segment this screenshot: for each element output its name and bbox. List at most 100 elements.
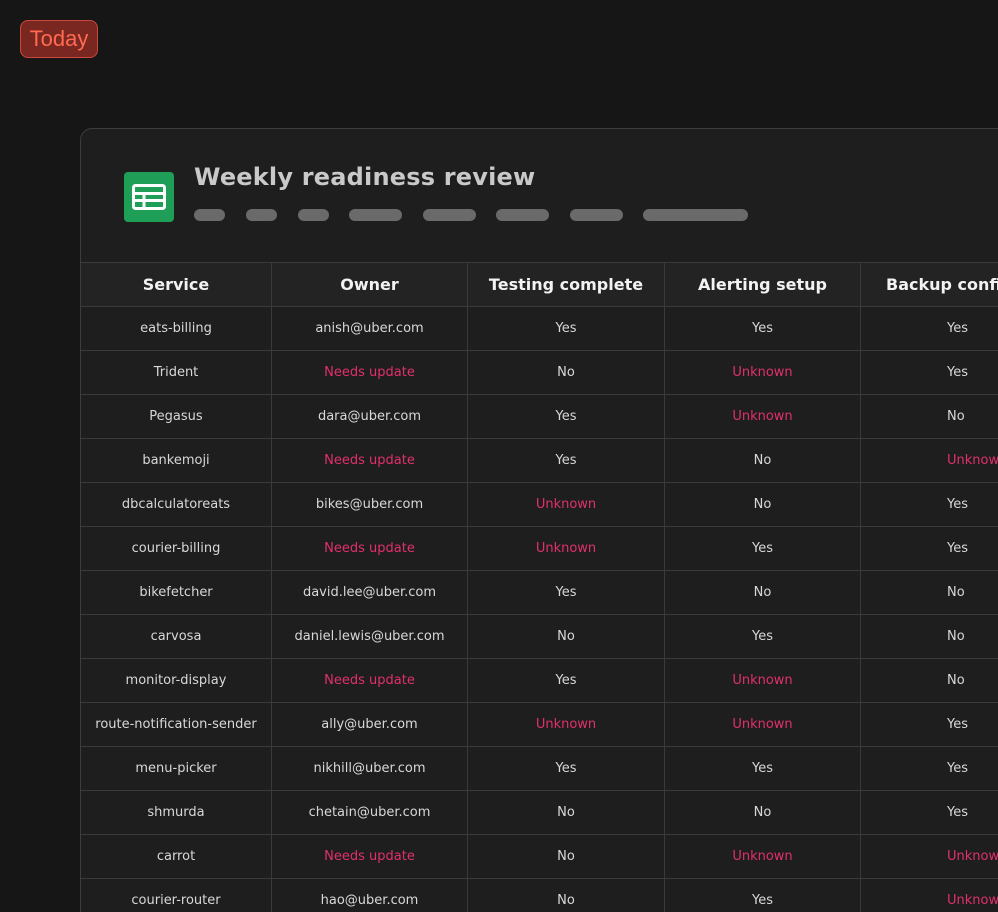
table-row[interactable]: monitor-display Needs update Yes Unknown No	[81, 658, 998, 703]
cell-service[interactable]: courier-billing	[81, 526, 272, 571]
today-badge[interactable]: Today	[20, 20, 98, 58]
cell-testing[interactable]: Yes	[467, 306, 665, 351]
cell-service[interactable]: carvosa	[81, 614, 272, 659]
cell-owner[interactable]: ally@uber.com	[271, 702, 468, 747]
cell-backup[interactable]: No	[860, 570, 998, 615]
table-row[interactable]: route-notification-sender ally@uber.com Un…	[81, 702, 998, 747]
cell-service[interactable]: bankemoji	[81, 438, 272, 483]
cell-alerting[interactable]: Unknown	[664, 350, 861, 395]
cell-owner[interactable]: Needs update	[271, 526, 468, 571]
table-row[interactable]: menu-picker nikhill@uber.com Yes Yes Yes	[81, 746, 998, 791]
table-row[interactable]: courier-routerhao@uber.comNoYesUnknown	[81, 878, 998, 912]
cell-testing[interactable]: Yes	[467, 746, 665, 791]
cell-owner[interactable]: anish@uber.com	[271, 306, 468, 351]
cell-backup[interactable]: Unknown	[860, 438, 998, 483]
cell-testing[interactable]: Unknown	[467, 526, 665, 571]
spreadsheet-card: Weekly readiness review Service Owner Te…	[80, 128, 998, 912]
table-header-row: Service Owner Testing complete Alerting …	[81, 262, 998, 307]
table-row[interactable]: Pegasus dara@uber.com Yes Unknown No	[81, 394, 998, 439]
cell-owner[interactable]: chetain@uber.com	[271, 790, 468, 835]
table-row[interactable]: dbcalculatoreats bikes@uber.com Unknown No Y…	[81, 482, 998, 527]
cell-alerting[interactable]: Unknown	[664, 394, 861, 439]
cell-testing[interactable]: Yes	[467, 438, 665, 483]
cell-owner[interactable]: daniel.lewis@uber.com	[271, 614, 468, 659]
cell-owner[interactable]: david.lee@uber.com	[271, 570, 468, 615]
cell-owner[interactable]: Needs update	[271, 658, 468, 703]
cell-testing[interactable]: Unknown	[467, 482, 665, 527]
document-title: Weekly readiness review	[194, 163, 536, 191]
cell-backup[interactable]: Yes	[860, 350, 998, 395]
cell-service[interactable]: courier-router	[81, 878, 272, 912]
cell-owner[interactable]: Needs update	[271, 350, 468, 395]
cell-backup[interactable]: Yes	[860, 790, 998, 835]
column-header-owner[interactable]: Owner	[271, 262, 468, 307]
column-header-testing[interactable]: Testing complete	[467, 262, 665, 307]
table-row[interactable]: Trident Needs update No Unknown Yes	[81, 350, 998, 395]
cell-alerting[interactable]: No	[664, 438, 861, 483]
table-row[interactable]: bankemojiNeeds updateYesNoUnknown	[81, 438, 998, 483]
cell-alerting[interactable]: Yes	[664, 306, 861, 351]
cell-backup[interactable]: Unknown	[860, 834, 998, 879]
cell-service[interactable]: shmurda	[81, 790, 272, 835]
cell-backup[interactable]: No	[860, 614, 998, 659]
cell-owner[interactable]: dara@uber.com	[271, 394, 468, 439]
table-row[interactable]: eats-billing anish@uber.com Yes Yes Yes	[81, 306, 998, 351]
cell-alerting[interactable]: Yes	[664, 746, 861, 791]
cell-alerting[interactable]: Yes	[664, 526, 861, 571]
cell-service[interactable]: menu-picker	[81, 746, 272, 791]
cell-backup[interactable]: Unknown	[860, 878, 998, 912]
cell-backup[interactable]: Yes	[860, 482, 998, 527]
cell-owner[interactable]: nikhill@uber.com	[271, 746, 468, 791]
cell-service[interactable]: bikefetcher	[81, 570, 272, 615]
cell-service[interactable]: carrot	[81, 834, 272, 879]
cell-backup[interactable]: Yes	[860, 526, 998, 571]
meta-pill	[194, 209, 225, 221]
column-header-backup[interactable]: Backup configured	[860, 262, 998, 307]
cell-testing[interactable]: Unknown	[467, 702, 665, 747]
table-row[interactable]: bikefetcher david.lee@uber.com Yes No No	[81, 570, 998, 615]
cell-testing[interactable]: Yes	[467, 658, 665, 703]
table-row[interactable]: courier-billing Needs update Unknown Yes Yes	[81, 526, 998, 571]
meta-pill	[643, 209, 748, 221]
cell-testing[interactable]: Yes	[467, 394, 665, 439]
cell-service[interactable]: Pegasus	[81, 394, 272, 439]
cell-testing[interactable]: No	[467, 350, 665, 395]
column-header-service[interactable]: Service	[81, 262, 272, 307]
cell-testing[interactable]: No	[467, 834, 665, 879]
cell-alerting[interactable]: No	[664, 570, 861, 615]
meta-pill	[496, 209, 549, 221]
cell-service[interactable]: eats-billing	[81, 306, 272, 351]
cell-testing[interactable]: Yes	[467, 570, 665, 615]
cell-backup[interactable]: No	[860, 394, 998, 439]
cell-owner[interactable]: Needs update	[271, 834, 468, 879]
cell-backup[interactable]: Yes	[860, 746, 998, 791]
cell-alerting[interactable]: Unknown	[664, 702, 861, 747]
cell-testing[interactable]: No	[467, 614, 665, 659]
screen: Today Weekly readiness review Service Ow…	[0, 0, 998, 912]
table-row[interactable]: shmurda chetain@uber.com No No Yes	[81, 790, 998, 835]
table-row[interactable]: carrotNeeds updateNoUnknownUnknown	[81, 834, 998, 879]
cell-owner[interactable]: hao@uber.com	[271, 878, 468, 912]
cell-alerting[interactable]: No	[664, 482, 861, 527]
cell-service[interactable]: dbcalculatoreats	[81, 482, 272, 527]
table-row[interactable]: carvosa daniel.lewis@uber.com No Yes No	[81, 614, 998, 659]
cell-alerting[interactable]: Unknown	[664, 834, 861, 879]
cell-alerting[interactable]: No	[664, 790, 861, 835]
cell-alerting[interactable]: Yes	[664, 614, 861, 659]
cell-owner[interactable]: Needs update	[271, 438, 468, 483]
cell-backup[interactable]: Yes	[860, 306, 998, 351]
cell-testing[interactable]: No	[467, 790, 665, 835]
column-header-alerting[interactable]: Alerting setup	[664, 262, 861, 307]
cell-service[interactable]: Trident	[81, 350, 272, 395]
cell-alerting[interactable]: Yes	[664, 878, 861, 912]
cell-alerting[interactable]: Unknown	[664, 658, 861, 703]
meta-pill	[298, 209, 329, 221]
cell-service[interactable]: route-notification-sender	[81, 702, 272, 747]
readiness-table: Service Owner Testing complete Alerting …	[81, 262, 998, 912]
cell-testing[interactable]: No	[467, 878, 665, 912]
cell-backup[interactable]: No	[860, 658, 998, 703]
cell-owner[interactable]: bikes@uber.com	[271, 482, 468, 527]
spreadsheet-icon	[124, 172, 174, 222]
cell-backup[interactable]: Yes	[860, 702, 998, 747]
cell-service[interactable]: monitor-display	[81, 658, 272, 703]
